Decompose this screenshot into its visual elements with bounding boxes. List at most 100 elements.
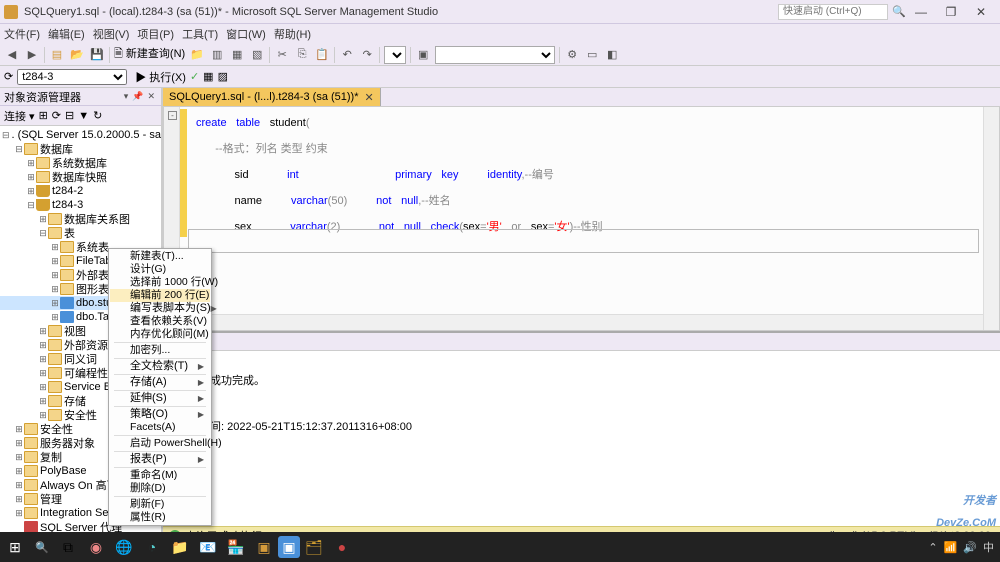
save-icon[interactable]: 💾 [89, 47, 105, 63]
taskbar-icon[interactable]: 🗂 [300, 533, 328, 561]
minimize-button[interactable]: — [906, 3, 936, 21]
ctx-edit-top[interactable]: 编辑前 200 行(E) [110, 289, 210, 302]
editor-content[interactable]: create table student( --格式：列名 类型 约束 sid … [164, 107, 999, 265]
copy-icon[interactable]: ⎘ [294, 47, 310, 63]
ctx-script-as[interactable]: 编写表脚本为(S)▶ [110, 302, 210, 315]
net-icon[interactable]: 📶 [944, 541, 958, 554]
folder-icon[interactable]: 📁 [189, 47, 205, 63]
tree-item[interactable]: ⊟数据库 [0, 142, 161, 156]
paste-icon[interactable]: 📋 [314, 47, 330, 63]
ctx-new-table[interactable]: 新建表(T)... [110, 250, 210, 263]
collapse-icon[interactable]: - [168, 111, 177, 120]
taskbar-icon[interactable]: ● [328, 533, 356, 561]
redo-icon[interactable]: ↷ [359, 47, 375, 63]
tree-item[interactable]: ⊟表 [0, 226, 161, 240]
tray-up-icon[interactable]: ⌃ [928, 541, 937, 554]
taskbar-icon[interactable]: 🌐 [110, 533, 138, 561]
ctx-stretch[interactable]: 延伸(S)▶ [110, 392, 210, 405]
maximize-button[interactable]: ❐ [936, 3, 966, 21]
ctx-mem-opt[interactable]: 内存优化顾问(M) [110, 328, 210, 341]
system-tray[interactable]: ⌃ 📶 🔊 中 [922, 539, 1000, 555]
quick-launch-input[interactable] [778, 4, 888, 20]
ctx-encrypt[interactable]: 加密列... [110, 344, 210, 357]
icon[interactable]: ▧ [249, 47, 265, 63]
database-selector[interactable]: t284-3 [17, 69, 127, 85]
tree-item[interactable]: ⊞数据库关系图 [0, 212, 161, 226]
open-icon[interactable]: 📂 [69, 47, 85, 63]
ctx-refresh[interactable]: 刷新(F) [110, 498, 210, 511]
menu-file[interactable]: 文件(F) [4, 26, 40, 42]
search-icon[interactable]: 🔍 [892, 5, 906, 18]
tab-close-icon[interactable]: ✕ [365, 91, 374, 104]
icon[interactable]: ⟳ [4, 70, 13, 83]
parse-icon[interactable]: ✓ [190, 70, 199, 83]
menu-help[interactable]: 帮助(H) [274, 26, 311, 42]
document-tab[interactable]: SQLQuery1.sql - (l...l).t284-3 (sa (51))… [163, 88, 381, 106]
volume-icon[interactable]: 🔊 [963, 541, 977, 554]
icon[interactable]: ⚙ [564, 47, 580, 63]
back-icon[interactable]: ◀ [4, 47, 20, 63]
ime-icon[interactable]: 中 [983, 539, 994, 555]
connect-button[interactable]: 连接 ▾ [4, 108, 35, 124]
ctx-powershell[interactable]: 启动 PowerShell(H) [110, 437, 210, 450]
icon[interactable]: ▣ [415, 47, 431, 63]
ctx-properties[interactable]: 属性(R) [110, 511, 210, 524]
dropdown-icon[interactable]: ▾ [124, 91, 129, 102]
icon[interactable]: ▭ [584, 47, 600, 63]
ctx-reports[interactable]: 报表(P)▶ [110, 453, 210, 466]
ctx-rename[interactable]: 重命名(M) [110, 469, 210, 482]
icon[interactable]: ▦ [203, 70, 213, 83]
taskbar-icon[interactable]: ◔ [138, 533, 166, 561]
taskbar-icon[interactable]: ◉ [82, 533, 110, 561]
tree-root[interactable]: ⊟. (SQL Server 15.0.2000.5 - sa) [0, 128, 161, 142]
ctx-delete[interactable]: 删除(D) [110, 482, 210, 495]
taskbar-icon[interactable]: ▣ [278, 536, 300, 558]
sql-editor[interactable]: - create table student( --格式：列名 类型 约束 si… [163, 106, 1000, 331]
menu-tools[interactable]: 工具(T) [182, 26, 218, 42]
ctx-facets[interactable]: Facets(A) [110, 421, 210, 434]
menu-project[interactable]: 项目(P) [137, 26, 174, 42]
menu-view[interactable]: 视图(V) [93, 26, 130, 42]
cut-icon[interactable]: ✂ [274, 47, 290, 63]
taskbar-icon[interactable]: ▣ [250, 533, 278, 561]
tree-item[interactable]: ⊞系统数据库 [0, 156, 161, 170]
task-view-icon[interactable]: ⧉ [54, 533, 82, 561]
search-icon[interactable]: 🔍 [30, 532, 54, 562]
icon[interactable]: ◧ [604, 47, 620, 63]
ctx-fulltext[interactable]: 全文检索(T)▶ [110, 360, 210, 373]
pin-icon[interactable]: 📌 [132, 91, 143, 102]
taskbar-icon[interactable]: 🏪 [222, 533, 250, 561]
execute-button[interactable]: ▶ 执行(X) [135, 69, 186, 85]
taskbar-icon[interactable]: 📧 [194, 533, 222, 561]
vertical-scrollbar[interactable] [983, 107, 999, 330]
ctx-policy[interactable]: 策略(O)▶ [110, 408, 210, 421]
icon[interactable]: ↻ [93, 109, 102, 122]
close-button[interactable]: ✕ [966, 3, 996, 21]
ctx-design[interactable]: 设计(G) [110, 263, 210, 276]
undo-icon[interactable]: ↶ [339, 47, 355, 63]
ctx-select-top[interactable]: 选择前 1000 行(W) [110, 276, 210, 289]
dropdown[interactable] [384, 46, 406, 64]
filter-icon[interactable]: ▼ [78, 110, 89, 122]
horizontal-scrollbar[interactable] [164, 314, 983, 330]
new-query-button[interactable]: 🗎 新建查询(N) [114, 45, 185, 64]
menu-edit[interactable]: 编辑(E) [48, 26, 85, 42]
tree-item[interactable]: ⊞t284-2 [0, 184, 161, 198]
ctx-view-dep[interactable]: 查看依赖关系(V) [110, 315, 210, 328]
icon[interactable]: ▨ [218, 70, 228, 83]
icon[interactable]: ▥ [209, 47, 225, 63]
menu-window[interactable]: 窗口(W) [226, 26, 266, 42]
icon[interactable]: ⟳ [52, 109, 61, 122]
tree-item[interactable]: ⊞数据库快照 [0, 170, 161, 184]
tree-item[interactable]: ⊟t284-3 [0, 198, 161, 212]
forward-icon[interactable]: ▶ [24, 47, 40, 63]
icon[interactable]: ⊟ [65, 109, 74, 122]
new-icon[interactable]: ▤ [49, 47, 65, 63]
icon[interactable]: ⊞ [39, 109, 48, 122]
icon[interactable]: ▦ [229, 47, 245, 63]
ctx-storage[interactable]: 存储(A)▶ [110, 376, 210, 389]
dropdown[interactable] [435, 46, 555, 64]
taskbar-icon[interactable]: 📁 [166, 533, 194, 561]
start-button[interactable]: ⊞ [0, 532, 30, 562]
close-icon[interactable]: ✕ [147, 91, 155, 102]
